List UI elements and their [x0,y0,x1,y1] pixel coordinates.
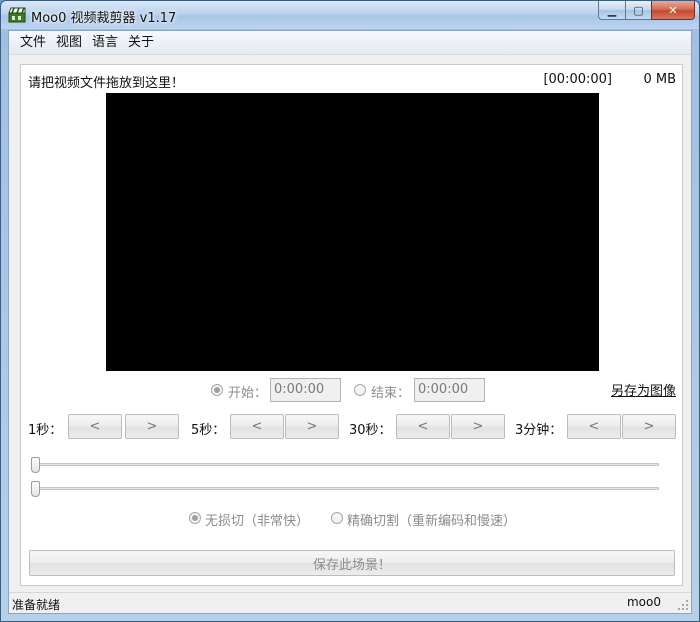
film-clapper-icon [8,7,26,23]
status-bar: 准备就绪 moo0 [9,592,691,613]
status-text: 准备就绪 [12,598,61,612]
window-title: Moo0 视频裁剪器 v1.17 [31,11,177,26]
step-1s-label: 1秒： [28,423,63,438]
slider-track [31,463,659,466]
step-1s-forward-button[interactable]: > [125,414,179,439]
app-window: Moo0 视频裁剪器 v1.17 ▁ ▢ ✕ 文件 视图 语言 关于 请把视频文… [0,0,700,622]
resize-grip-icon[interactable] [677,599,689,611]
end-time-input[interactable]: 0:00:00 [414,378,485,402]
step-controls: 1秒： < > 5秒： < > 30秒： < > 3分钟： < > [21,414,682,440]
client-area: 文件 视图 语言 关于 请把视频文件拖放到这里！ [00:00:00] 0 MB… [8,30,692,614]
step-5s-label: 5秒： [191,423,226,438]
menu-file[interactable]: 文件 [15,32,51,54]
maximize-button[interactable]: ▢ [625,1,651,20]
precise-cut-label: 精确切割（重新编码和慢速） [347,514,517,529]
close-icon: ✕ [668,3,678,17]
close-button[interactable]: ✕ [651,1,695,20]
end-label: 结束： [371,386,411,401]
start-radio[interactable] [211,384,223,396]
time-range-row: 开始： 0:00:00 结束： 0:00:00 另存为图像 [21,378,682,404]
brand-label: moo0 [626,595,661,609]
step-3m-label: 3分钟： [515,423,563,438]
step-30s-label: 30秒： [349,423,392,438]
step-1s-back-button[interactable]: < [68,414,122,439]
end-position-slider[interactable] [31,481,659,497]
step-5s-back-button[interactable]: < [230,414,284,439]
window-controls: ▁ ▢ ✕ [598,1,695,20]
main-panel: 请把视频文件拖放到这里！ [00:00:00] 0 MB 开始： 0:00:00… [20,64,683,586]
step-5s-forward-button[interactable]: > [285,414,339,439]
start-position-slider[interactable] [31,457,659,473]
minimize-icon: ▁ [607,3,617,17]
file-size: 0 MB [643,72,676,87]
title-bar[interactable]: Moo0 视频裁剪器 v1.17 ▁ ▢ ✕ [1,1,699,29]
cut-mode-row: 无损切（非常快） 精确切割（重新编码和慢速） [21,508,682,530]
menu-view[interactable]: 视图 [51,32,87,54]
start-label: 开始： [228,386,268,401]
video-duration: [00:00:00] [543,72,612,87]
menu-language[interactable]: 语言 [87,32,123,54]
start-time-input[interactable]: 0:00:00 [270,378,341,402]
slider-thumb[interactable] [31,481,40,497]
lossless-cut-label: 无损切（非常快） [205,514,310,529]
drop-hint: 请把视频文件拖放到这里！ [28,76,185,91]
slider-thumb[interactable] [31,457,40,473]
step-3m-forward-button[interactable]: > [622,414,676,439]
save-scene-button[interactable]: 保存此场景！ [29,550,675,576]
lossless-cut-radio[interactable] [189,512,201,524]
save-as-image-link[interactable]: 另存为图像 [611,380,676,399]
step-30s-back-button[interactable]: < [396,414,450,439]
slider-track [31,487,659,490]
maximize-icon: ▢ [633,3,644,17]
precise-cut-radio[interactable] [331,512,343,524]
menu-bar: 文件 视图 语言 关于 [9,31,691,55]
end-radio[interactable] [354,384,366,396]
menu-about[interactable]: 关于 [123,32,159,54]
step-30s-forward-button[interactable]: > [451,414,505,439]
minimize-button[interactable]: ▁ [598,1,625,20]
video-preview[interactable] [106,93,599,371]
step-3m-back-button[interactable]: < [567,414,621,439]
